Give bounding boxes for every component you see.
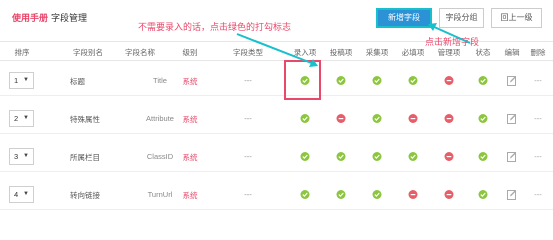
col-delete: 删除: [530, 48, 546, 57]
submit-check-circle-icon[interactable]: [336, 76, 346, 85]
status-check-circle-icon[interactable]: [478, 114, 488, 123]
col-manage: 管理项: [437, 48, 461, 57]
status-check-circle-icon[interactable]: [478, 190, 488, 199]
col-entry: 录入项: [293, 48, 317, 57]
field-level: 系统: [182, 77, 198, 86]
entry-check-circle-icon[interactable]: [300, 114, 310, 123]
sort-value: 1: [14, 76, 19, 85]
back-button[interactable]: 回上一级: [491, 8, 542, 28]
required-check-circle-icon[interactable]: [408, 76, 418, 85]
field-name: ClassID: [146, 152, 174, 161]
col-sort: 排序: [14, 48, 30, 57]
sort-value: 3: [14, 152, 19, 161]
edit-icon[interactable]: [507, 113, 517, 124]
sort-select[interactable]: 4 ▼: [9, 186, 34, 203]
caret-down-icon: ▼: [23, 153, 29, 159]
collect-check-circle-icon[interactable]: [372, 114, 382, 123]
field-group-button[interactable]: 字段分组: [439, 8, 484, 28]
col-edit: 编辑: [504, 48, 520, 57]
manage-minus-circle-icon[interactable]: [444, 76, 454, 85]
caret-down-icon: ▼: [23, 191, 29, 197]
col-required: 必填项: [401, 48, 425, 57]
table-row: 4 ▼ 转向链接 TurnUrl 系统 --- ---: [0, 180, 553, 210]
field-alias: 标题: [70, 77, 85, 86]
delete-placeholder: ---: [534, 76, 542, 85]
field-alias: 特殊属性: [70, 115, 100, 124]
delete-placeholder: ---: [534, 190, 542, 199]
sort-value: 2: [14, 114, 19, 123]
field-type: ---: [244, 190, 252, 199]
collect-check-circle-icon[interactable]: [372, 190, 382, 199]
field-level: 系统: [182, 153, 198, 162]
page-title: 字段管理: [51, 13, 88, 23]
col-type: 字段类型: [233, 48, 263, 57]
breadcrumb: 使用手册 字段管理: [12, 11, 87, 24]
field-name: Attribute: [146, 114, 174, 123]
sort-select[interactable]: 3 ▼: [9, 148, 34, 165]
collect-check-circle-icon[interactable]: [372, 76, 382, 85]
table-row: 2 ▼ 特殊属性 Attribute 系统 --- ---: [0, 104, 553, 134]
manage-minus-circle-icon[interactable]: [444, 152, 454, 161]
table-row: 1 ▼ 标题 Title 系统 --- ---: [0, 66, 553, 96]
table-row: 3 ▼ 所属栏目 ClassID 系统 --- ---: [0, 142, 553, 172]
sort-select[interactable]: 2 ▼: [9, 110, 34, 127]
required-minus-circle-icon[interactable]: [408, 114, 418, 123]
status-check-circle-icon[interactable]: [478, 76, 488, 85]
entry-checkmark-highlight: [284, 60, 321, 100]
col-name: 字段名称: [125, 48, 155, 57]
status-check-circle-icon[interactable]: [478, 152, 488, 161]
field-level: 系统: [182, 115, 198, 124]
required-minus-circle-icon[interactable]: [408, 190, 418, 199]
field-type: ---: [244, 114, 252, 123]
edit-icon[interactable]: [507, 75, 517, 86]
submit-minus-circle-icon[interactable]: [336, 114, 346, 123]
field-name: Title: [153, 76, 167, 85]
caret-down-icon: ▼: [23, 77, 29, 83]
field-type: ---: [244, 76, 252, 85]
col-alias: 字段别名: [73, 48, 103, 57]
field-level: 系统: [182, 191, 198, 200]
add-field-button[interactable]: 新增字段: [376, 8, 432, 28]
annotation-checkmark-note: 不需要录入的话，点击绿色的打勾标志: [138, 23, 292, 33]
entry-check-circle-icon[interactable]: [300, 152, 310, 161]
col-collect: 采集项: [365, 48, 389, 57]
field-type: ---: [244, 152, 252, 161]
submit-check-circle-icon[interactable]: [336, 152, 346, 161]
field-name: TurnUrl: [147, 190, 173, 199]
manage-minus-circle-icon[interactable]: [444, 114, 454, 123]
annotation-add-note: 点击新增字段: [425, 38, 480, 48]
col-status: 状态: [475, 48, 491, 57]
caret-down-icon: ▼: [23, 115, 29, 121]
col-level: 级别: [182, 48, 198, 57]
edit-icon[interactable]: [507, 189, 517, 200]
col-submit: 投稿项: [329, 48, 353, 57]
field-alias: 转向链接: [70, 191, 100, 200]
manual-link[interactable]: 使用手册: [12, 13, 48, 23]
entry-check-circle-icon[interactable]: [300, 190, 310, 199]
field-alias: 所属栏目: [70, 153, 100, 162]
required-check-circle-icon[interactable]: [408, 152, 418, 161]
delete-placeholder: ---: [534, 152, 542, 161]
manage-minus-circle-icon[interactable]: [444, 190, 454, 199]
sort-value: 4: [14, 190, 19, 199]
collect-check-circle-icon[interactable]: [372, 152, 382, 161]
delete-placeholder: ---: [534, 114, 542, 123]
edit-icon[interactable]: [507, 151, 517, 162]
sort-select[interactable]: 1 ▼: [9, 72, 34, 89]
submit-check-circle-icon[interactable]: [336, 190, 346, 199]
